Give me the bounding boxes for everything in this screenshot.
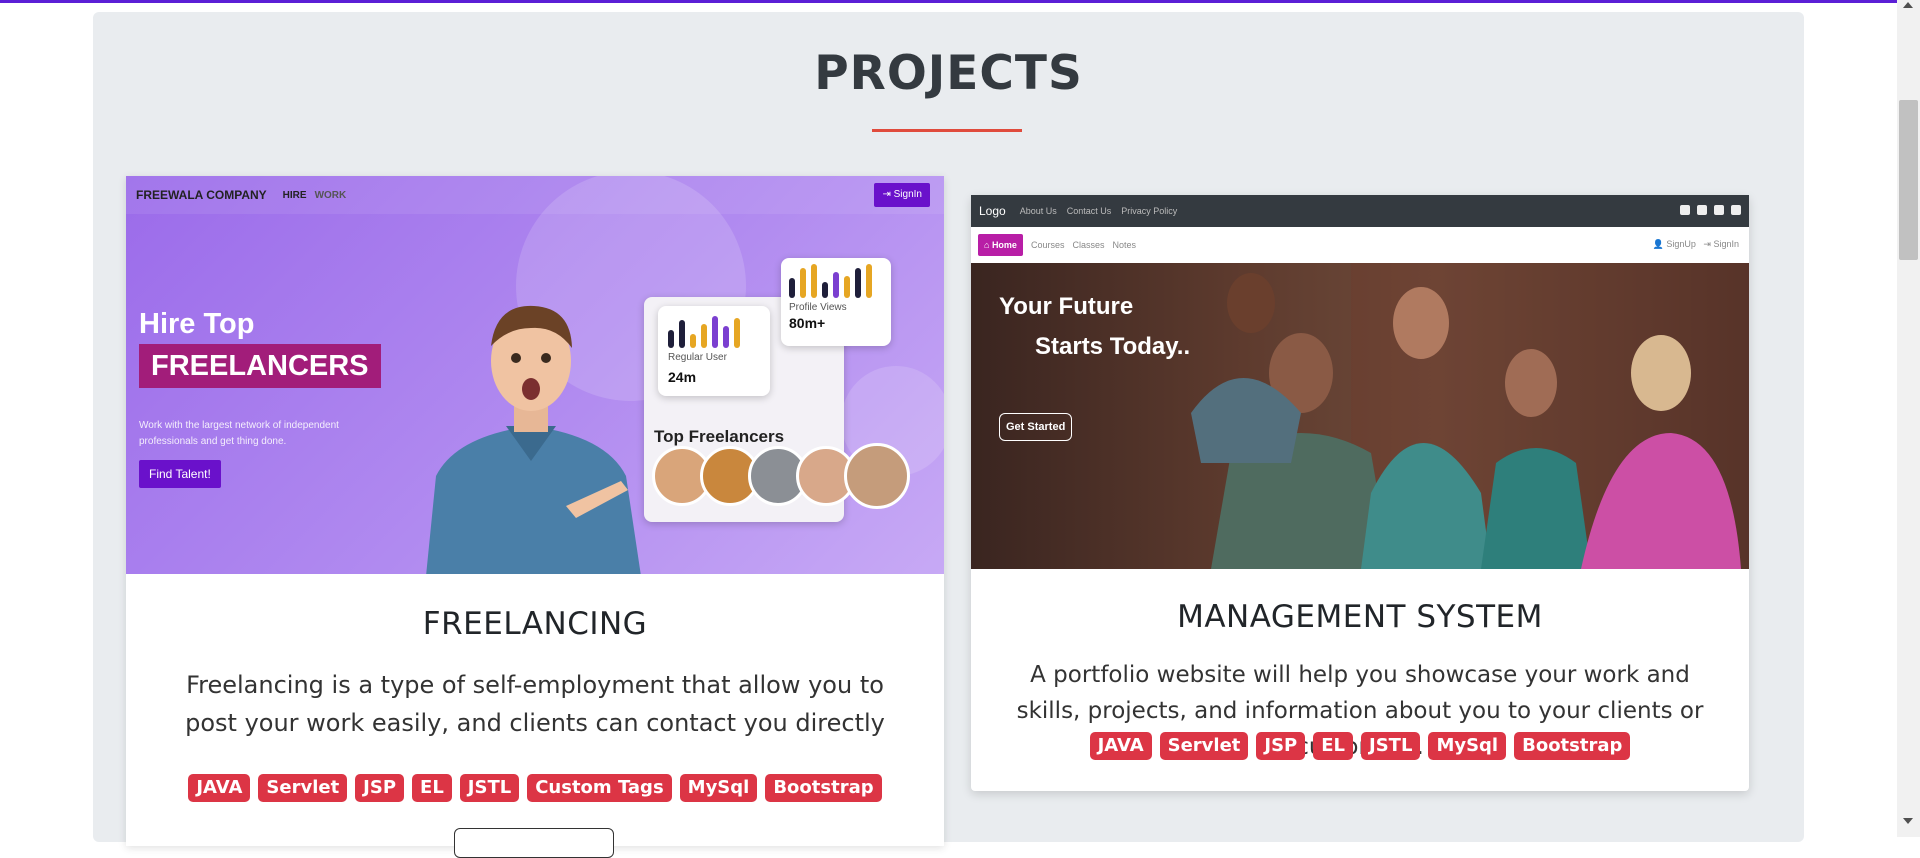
- project-card-management-system: Logo About Us Contact Us Privacy Policy …: [971, 195, 1749, 791]
- management-subnav-link: Classes: [1072, 240, 1105, 250]
- students-hero-image: Your Future Starts Today.. Get Started: [971, 263, 1749, 569]
- tech-tag: JSP: [1256, 732, 1306, 760]
- project-title: FREELANCING: [422, 606, 648, 642]
- management-subnav-link: Courses: [1030, 240, 1065, 250]
- scrollbar-thumb[interactable]: [1899, 100, 1918, 260]
- tech-tag: JSP: [355, 774, 405, 802]
- freelance-headline: Hire Top: [139, 308, 255, 340]
- tech-tag: JAVA: [188, 774, 251, 802]
- social-icons: [1680, 205, 1741, 215]
- management-home-tab: ⌂ Home: [978, 234, 1023, 256]
- tech-tags: JAVA Servlet JSP EL JSTL Custom Tags MyS…: [126, 774, 944, 802]
- tech-tag: Bootstrap: [1514, 732, 1631, 760]
- management-navbar: Logo About Us Contact Us Privacy Policy: [971, 195, 1749, 227]
- freelance-navbar: FREEWALA COMPANY HIRE WORK ⇥ SignIn: [126, 176, 944, 214]
- tech-tag: EL: [412, 774, 452, 802]
- management-auth-links: 👤 SignUp ⇥ SignIn: [1652, 239, 1739, 249]
- management-subnav: ⌂ Home Courses Classes Notes 👤 SignUp ⇥ …: [971, 227, 1749, 263]
- tech-tag: MySql: [1428, 732, 1507, 760]
- tech-tag: Servlet: [258, 774, 348, 802]
- management-get-started-button: Get Started: [999, 413, 1073, 441]
- freelance-nav-work: WORK: [314, 189, 347, 201]
- project-screenshot-freelancing: FREEWALA COMPANY HIRE WORK ⇥ SignIn Hire…: [126, 176, 944, 574]
- top-freelancers-label: Top Freelancers: [654, 427, 785, 446]
- management-subnav-link: Notes: [1112, 240, 1136, 250]
- project-title: MANAGEMENT SYSTEM: [1177, 599, 1543, 635]
- linkedin-icon: [1680, 205, 1690, 215]
- management-nav-link: Privacy Policy: [1121, 206, 1178, 216]
- tech-tags: JAVA Servlet JSP EL JSTL MySql Bootstrap: [971, 732, 1749, 760]
- title-underline: [872, 129, 1022, 132]
- management-headline: Your Future: [999, 293, 1134, 320]
- freelance-signin-button: ⇥ SignIn: [874, 183, 930, 207]
- profile-views-label: Profile Views: [789, 302, 847, 313]
- regular-user-card: Regular User 24m: [658, 306, 770, 396]
- freelance-nav-hire: HIRE: [282, 189, 307, 201]
- regular-user-value: 24m: [668, 369, 697, 385]
- tech-tag: EL: [1313, 732, 1354, 760]
- section-title: PROJECTS: [814, 46, 1083, 101]
- project-screenshot-management: Logo About Us Contact Us Privacy Policy …: [971, 195, 1749, 569]
- tech-tag: Bootstrap: [765, 774, 882, 802]
- management-headline-2: Starts Today..: [1035, 333, 1191, 360]
- project-description: Freelancing is a type of self-employment…: [185, 671, 885, 737]
- tech-tag: JSTL: [1361, 732, 1421, 760]
- top-accent-line: [0, 0, 1897, 3]
- person-pointing-image: [426, 305, 641, 574]
- project-link-button[interactable]: [454, 828, 614, 858]
- tech-tag: JSTL: [459, 774, 520, 802]
- management-logo: Logo: [979, 204, 1006, 218]
- tech-tag: JAVA: [1089, 732, 1152, 760]
- profile-views-value: 80m+: [789, 315, 826, 331]
- tech-tag: Custom Tags: [527, 774, 672, 802]
- project-card-freelancing: FREEWALA COMPANY HIRE WORK ⇥ SignIn Hire…: [126, 176, 944, 858]
- scroll-down-arrow-icon[interactable]: [1903, 818, 1913, 824]
- regular-user-label: Regular User: [668, 352, 727, 363]
- management-nav-link: About Us: [1019, 206, 1057, 216]
- tech-tag: MySql: [679, 774, 758, 802]
- facebook-icon: [1714, 205, 1724, 215]
- freelance-brand: FREEWALA COMPANY: [136, 188, 267, 202]
- youtube-icon: [1731, 205, 1741, 215]
- freelancer-avatar: [844, 443, 910, 509]
- freelance-subtext: Work with the largest network of indepen…: [139, 420, 339, 447]
- freelance-headline-highlight: FREELANCERS: [139, 344, 381, 388]
- tech-tag: Servlet: [1159, 732, 1249, 760]
- freelance-find-talent-button: Find Talent!: [139, 460, 221, 488]
- instagram-icon: [1697, 205, 1707, 215]
- profile-views-card: Profile Views 80m+: [781, 258, 891, 346]
- scroll-up-arrow-icon[interactable]: [1903, 2, 1913, 8]
- management-nav-link: Contact Us: [1066, 206, 1112, 216]
